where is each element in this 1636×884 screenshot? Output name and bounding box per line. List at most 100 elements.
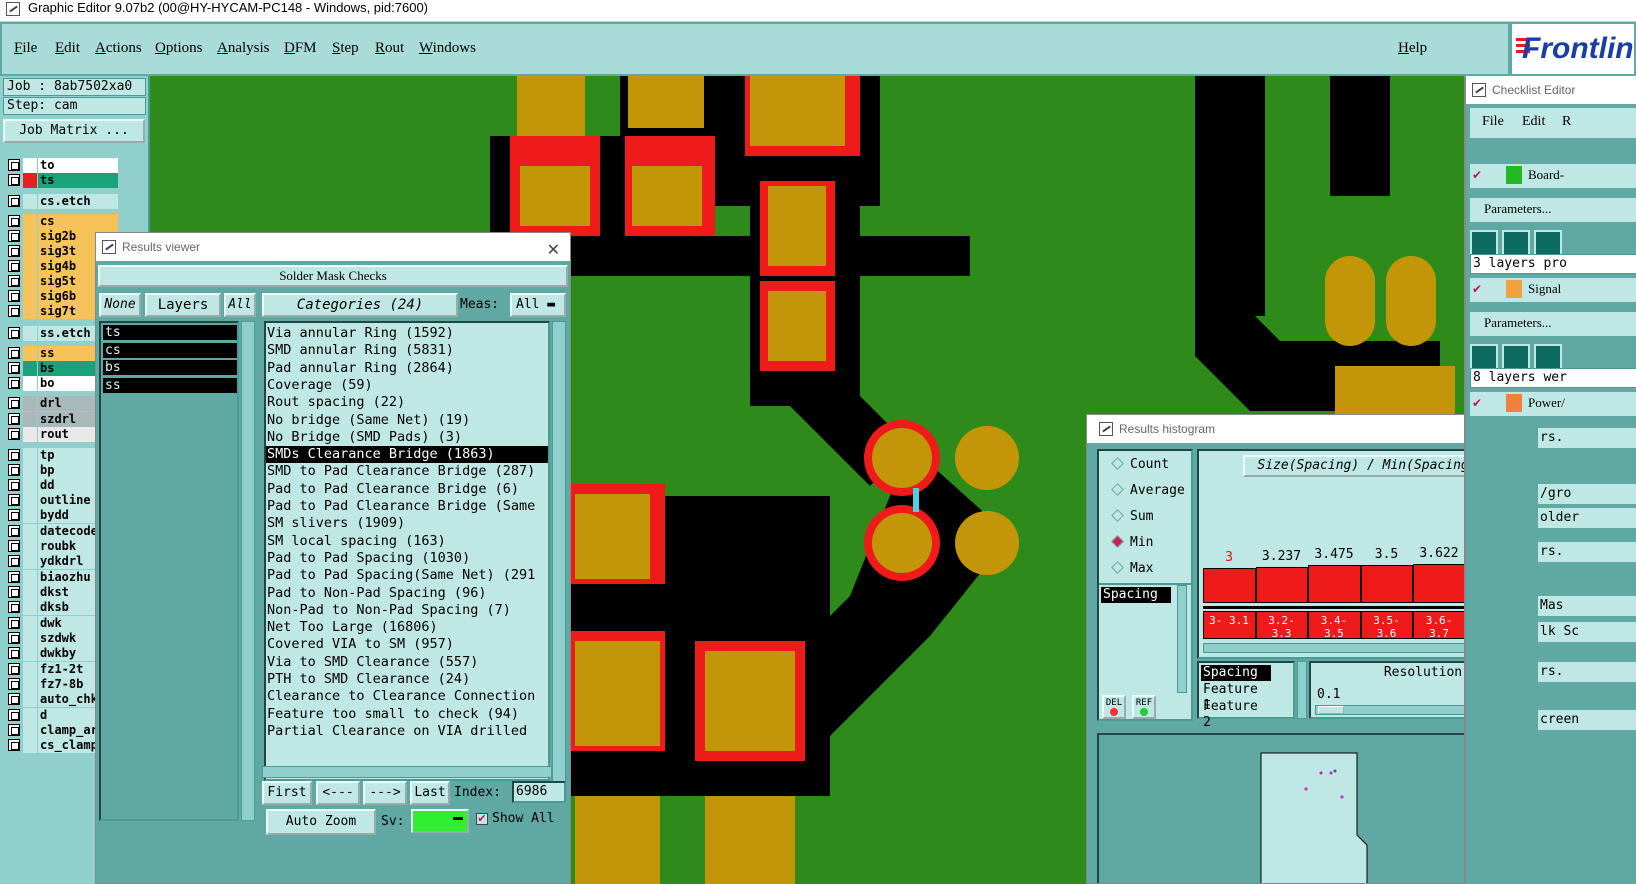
layer-row-cs-etch[interactable]: cs.etch <box>6 194 122 209</box>
checklist-menu-r[interactable]: R <box>1562 108 1571 136</box>
category-item[interactable]: Via annular Ring (1592) <box>266 325 548 342</box>
layer-checkbox[interactable] <box>8 397 20 409</box>
menu-step[interactable]: Step <box>332 40 359 57</box>
mode-radio-min[interactable]: Min <box>1111 535 1153 550</box>
category-item[interactable]: Partial Clearance on VIA drilled <box>266 723 548 740</box>
category-item[interactable]: SMD to Pad Clearance Bridge (287) <box>266 463 548 480</box>
close-icon[interactable]: ✕ <box>547 237 560 265</box>
result-layer-item[interactable]: ss <box>103 377 237 393</box>
layer-checkbox[interactable] <box>8 260 20 272</box>
layer-checkbox[interactable] <box>8 347 20 359</box>
mode-radio-max[interactable]: Max <box>1111 561 1153 576</box>
sv-color-dropdown[interactable] <box>411 809 469 833</box>
layers-button[interactable]: Layers <box>145 293 221 317</box>
parameters-button[interactable]: Parameters... <box>1470 312 1636 336</box>
layer-checkbox[interactable] <box>8 327 20 339</box>
layer-checkbox[interactable] <box>8 601 20 613</box>
attr-list-scrollbar[interactable] <box>1177 585 1187 693</box>
layer-row-ts[interactable]: ts <box>6 173 122 188</box>
category-item[interactable]: Coverage (59) <box>266 377 548 394</box>
checklist-action-0[interactable]: ✔ Board- <box>1470 164 1636 188</box>
layer-checkbox[interactable] <box>8 377 20 389</box>
category-item[interactable]: Pad to Pad Clearance Bridge (6) <box>266 481 548 498</box>
meas-dropdown[interactable]: All ▬ <box>510 293 566 317</box>
mode-radio-count[interactable]: Count <box>1111 457 1169 472</box>
checklist-action-2[interactable]: ✔ Power/ <box>1470 392 1636 416</box>
histogram-bar[interactable] <box>1308 565 1361 603</box>
layer-checkbox[interactable] <box>8 617 20 629</box>
menu-edit[interactable]: Edit <box>55 40 80 57</box>
x-options-scrollbar[interactable] <box>1297 661 1307 719</box>
x-option-item[interactable]: Feature 1 <box>1201 682 1271 713</box>
layer-checkbox[interactable] <box>8 525 20 537</box>
category-item[interactable]: SMD annular Ring (5831) <box>266 342 548 359</box>
category-item[interactable]: Pad to Non-Pad Spacing (96) <box>266 585 548 602</box>
x-axis-options[interactable]: Spacing Feature 1 Feature 2 <box>1197 661 1295 730</box>
menu-windows[interactable]: Windows <box>419 40 476 57</box>
category-item[interactable]: Covered VIA to SM (957) <box>266 636 548 653</box>
layer-checkbox[interactable] <box>8 571 20 583</box>
parameters-button[interactable]: Parameters... <box>1470 198 1636 222</box>
category-item[interactable]: Clearance to Clearance Connection <box>266 688 548 705</box>
layer-checkbox[interactable] <box>8 195 20 207</box>
layer-checkbox[interactable] <box>8 663 20 675</box>
layer-checkbox[interactable] <box>8 494 20 506</box>
histogram-bar[interactable] <box>1360 565 1413 603</box>
next-button[interactable]: ---> <box>363 781 407 805</box>
menu-options[interactable]: Options <box>155 40 203 57</box>
layer-checkbox[interactable] <box>8 540 20 552</box>
layer-checkbox[interactable] <box>8 245 20 257</box>
mode-radio-sum[interactable]: Sum <box>1111 509 1153 524</box>
category-item[interactable]: No Bridge (SMD Pads) (3) <box>266 429 548 446</box>
layer-checkbox[interactable] <box>8 230 20 242</box>
layer-checkbox[interactable] <box>8 275 20 287</box>
category-list[interactable]: Via annular Ring (1592) SMD annular Ring … <box>264 321 550 781</box>
category-item[interactable]: SM slivers (1909) <box>266 515 548 532</box>
layer-checkbox[interactable] <box>8 174 20 186</box>
category-item[interactable]: SMDs Clearance Bridge (1863) <box>266 446 548 464</box>
layer-row-to[interactable]: to <box>6 158 122 173</box>
histogram-bar[interactable] <box>1255 567 1308 603</box>
layer-checkbox[interactable] <box>8 632 20 644</box>
categories-header[interactable]: Categories (24) <box>262 293 458 317</box>
result-layer-item[interactable]: cs <box>103 342 237 358</box>
layer-checkbox[interactable] <box>8 290 20 302</box>
category-item[interactable]: Rout spacing (22) <box>266 394 548 411</box>
layer-checkbox[interactable] <box>8 693 20 705</box>
layer-checkbox[interactable] <box>8 555 20 567</box>
checklist-menu-edit[interactable]: Edit <box>1522 108 1545 136</box>
none-button[interactable]: None <box>99 293 141 317</box>
layer-checkbox[interactable] <box>8 215 20 227</box>
category-item[interactable]: PTH to SMD Clearance (24) <box>266 671 548 688</box>
mode-radio-average[interactable]: Average <box>1111 483 1185 498</box>
result-layer-item[interactable]: ts <box>103 325 237 340</box>
layer-checkbox[interactable] <box>8 464 20 476</box>
x-option-item[interactable]: Spacing <box>1201 665 1271 681</box>
category-item[interactable]: Via to SMD Clearance (557) <box>266 654 548 671</box>
menu-actions[interactable]: Actions <box>95 40 142 57</box>
all-button[interactable]: All <box>224 293 256 317</box>
layer-checkbox[interactable] <box>8 709 20 721</box>
prev-button[interactable]: <--- <box>316 781 360 805</box>
category-hscrollbar[interactable] <box>262 766 552 778</box>
menu-help[interactable]: Help <box>1398 40 1427 57</box>
ref-button[interactable]: REF <box>1132 695 1156 719</box>
layer-checkbox[interactable] <box>8 305 20 317</box>
first-button[interactable]: First <box>262 781 312 805</box>
checklist-action-1[interactable]: ✔ Signal <box>1470 278 1636 302</box>
layer-results-list[interactable]: ts cs bs ss <box>99 321 239 821</box>
result-layer-item[interactable]: bs <box>103 360 237 375</box>
layer-checkbox[interactable] <box>8 479 20 491</box>
category-item[interactable]: Pad annular Ring (2864) <box>266 360 548 377</box>
layer-checkbox[interactable] <box>8 647 20 659</box>
layer-checkbox[interactable] <box>8 678 20 690</box>
category-item[interactable]: Non-Pad to Non-Pad Spacing (7) <box>266 602 548 619</box>
histogram-bar[interactable] <box>1413 564 1466 603</box>
category-item[interactable]: SM local spacing (163) <box>266 533 548 550</box>
show-all-checkbox[interactable]: ✔ <box>476 813 488 825</box>
layer-checkbox[interactable] <box>8 586 20 598</box>
menu-rout[interactable]: Rout <box>375 40 404 57</box>
layer-checkbox[interactable] <box>8 428 20 440</box>
index-input[interactable]: 6986 <box>512 781 566 803</box>
layer-checkbox[interactable] <box>8 739 20 751</box>
